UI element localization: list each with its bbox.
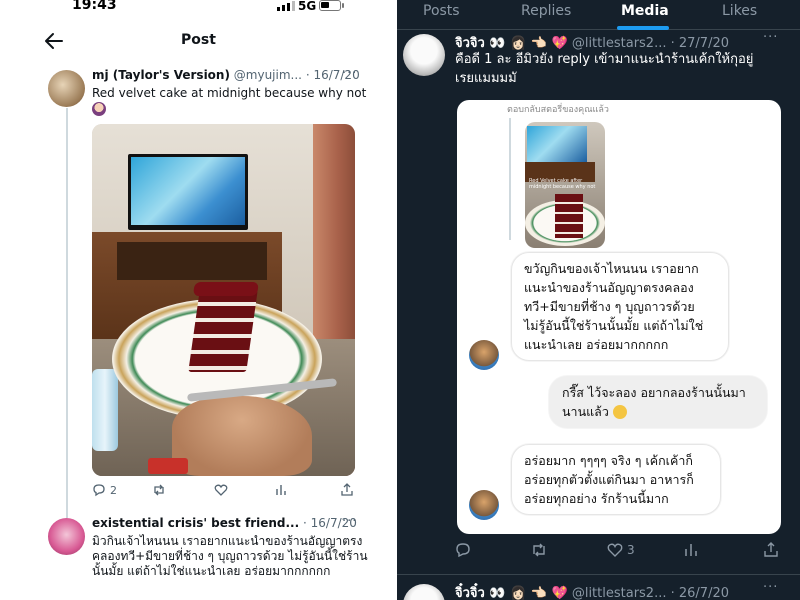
dm-avatar: [469, 340, 499, 370]
reply-icon: [93, 484, 105, 497]
photo-shelf: [117, 242, 267, 280]
tab-replies[interactable]: Replies: [521, 3, 571, 19]
right-like-button[interactable]: 3: [607, 542, 635, 558]
next-more-options-icon[interactable]: ···: [763, 580, 778, 595]
next-avatar[interactable]: [403, 584, 445, 600]
reply-avatar[interactable]: [48, 518, 85, 555]
right-avatar[interactable]: [403, 34, 445, 76]
next-handle[interactable]: @littlestars2...: [572, 586, 667, 600]
dm-message: ขวัญกินของเจ้าไหนนน เราอยากแนะนำของร้านอ…: [511, 252, 729, 361]
reply-count: 2: [110, 483, 117, 497]
right-reply-button[interactable]: [455, 542, 471, 558]
status-bar: 19:43 5G: [0, 0, 397, 22]
tweet-header: mj (Taylor's Version) @myujim... · 16/7/…: [92, 68, 360, 82]
dm-message-me: กรี๊ส ไว้จะลอง อยากลองร้านนั้นมานานแล้ว: [549, 376, 767, 428]
right-tweet-text: คือดี 1 ละ อีมิวยัง reply เข้ามาแนะนำร้า…: [455, 52, 754, 86]
bar-chart-icon: [685, 544, 697, 556]
dm-avatar: [469, 490, 499, 520]
right-more-options-icon[interactable]: ···: [763, 30, 778, 45]
retweet-icon: [533, 543, 545, 557]
tweet-divider: [397, 574, 800, 575]
handle[interactable]: @myujim...: [234, 68, 302, 82]
tweet-body: Red velvet cake at midnight because why …: [92, 86, 367, 100]
dm-message-me-text: กรี๊ส ไว้จะลอง อยากลองร้านนั้นมานานแล้ว: [562, 385, 746, 419]
photo-bottle: [92, 369, 118, 451]
story-reply-screenshot[interactable]: ตอบกลับสตอรี่ของคุณแล้ว Red Velvet cake …: [457, 100, 781, 534]
share-icon: [764, 542, 778, 557]
thread-line: [66, 108, 68, 518]
signal-icon: [277, 1, 295, 11]
right-display-name[interactable]: จิวจิว 👀 👩🏻 👈🏻 💖: [455, 36, 568, 51]
share-icon: [341, 483, 353, 496]
battery-tip: [342, 3, 344, 8]
next-tweet-header: จิ๋วจิ๋ว 👀 👩🏻 👈🏻 💖 @littlestars2... · 26…: [455, 582, 729, 600]
story-reply-line: [509, 118, 511, 240]
display-name[interactable]: mj (Taylor's Version): [92, 68, 230, 82]
battery-icon: [319, 0, 341, 11]
heart-icon: [214, 484, 228, 496]
next-tweet-date[interactable]: · 26/7/20: [671, 586, 729, 600]
back-arrow-icon[interactable]: [44, 32, 64, 50]
reply-header: existential crisis' best friend... · 16/…: [92, 516, 357, 530]
tab-media[interactable]: Media: [621, 3, 669, 19]
reply-text: มิวกินเจ้าไหนนน เราอยากแนะนำของร้านอัญญา…: [92, 534, 368, 578]
story-thumbnail: Red Velvet cake after midnight because w…: [525, 122, 605, 248]
more-options-icon[interactable]: ···: [342, 66, 357, 81]
heart-icon: [607, 543, 623, 557]
active-tab-indicator: [617, 26, 669, 30]
tweet-photo[interactable]: [92, 124, 355, 476]
retweet-icon: [154, 484, 164, 496]
right-retweet-button[interactable]: [531, 542, 547, 558]
reply-display-name[interactable]: existential crisis' best friend...: [92, 516, 299, 530]
like-button[interactable]: [214, 481, 228, 499]
right-views-button[interactable]: [683, 542, 699, 558]
pleading-face-icon: [612, 405, 627, 419]
share-button[interactable]: [340, 481, 354, 499]
reply-button[interactable]: 2: [92, 481, 117, 499]
right-media-pane: Posts Replies Media Likes จิวจิว 👀 👩🏻 👈🏻…: [397, 0, 800, 600]
tweet-actions: 2: [92, 481, 362, 499]
right-handle[interactable]: @littlestars2...: [572, 36, 667, 51]
photo-tv: [128, 154, 248, 230]
reply-more-options-icon[interactable]: ···: [342, 514, 357, 529]
photo-cake: [188, 290, 258, 372]
right-tweet-actions: 3: [455, 542, 785, 562]
network-label: 5G: [298, 0, 317, 13]
profile-tabs: Posts Replies Media Likes: [397, 0, 800, 30]
next-display-name[interactable]: จิ๋วจิ๋ว 👀 👩🏻 👈🏻 💖: [455, 586, 568, 600]
woman-tipping-hand-icon: [92, 102, 106, 116]
tweet-text: Red velvet cake at midnight because why …: [92, 85, 372, 117]
views-button[interactable]: [274, 481, 288, 499]
right-tweet-date[interactable]: · 27/7/20: [671, 36, 729, 51]
story-reply-caption: ตอบกลับสตอรี่ของคุณแล้ว: [507, 105, 609, 115]
photo-snack: [148, 458, 188, 474]
left-post-pane: 19:43 5G Post mj (Taylor's Version) @myu…: [0, 0, 397, 600]
retweet-button[interactable]: [152, 481, 166, 499]
thumb-caption: Red Velvet cake after midnight because w…: [529, 178, 596, 190]
bar-chart-icon: [276, 485, 286, 495]
post-header: Post: [0, 28, 397, 56]
right-share-button[interactable]: [763, 542, 779, 558]
thumb-tv: [527, 126, 587, 162]
dm-message: อร่อยมาก ๆๆๆๆ จริง ๆ เค้กเค้าก็อร่อยทุกต…: [511, 444, 721, 515]
reply-icon: [456, 543, 470, 558]
tab-posts[interactable]: Posts: [423, 3, 460, 19]
thumb-cake: [555, 194, 583, 238]
avatar[interactable]: [48, 70, 85, 107]
tab-likes[interactable]: Likes: [722, 3, 757, 19]
right-like-count: 3: [627, 543, 635, 557]
photo-hand: [172, 396, 312, 476]
status-time: 19:43: [72, 0, 117, 13]
